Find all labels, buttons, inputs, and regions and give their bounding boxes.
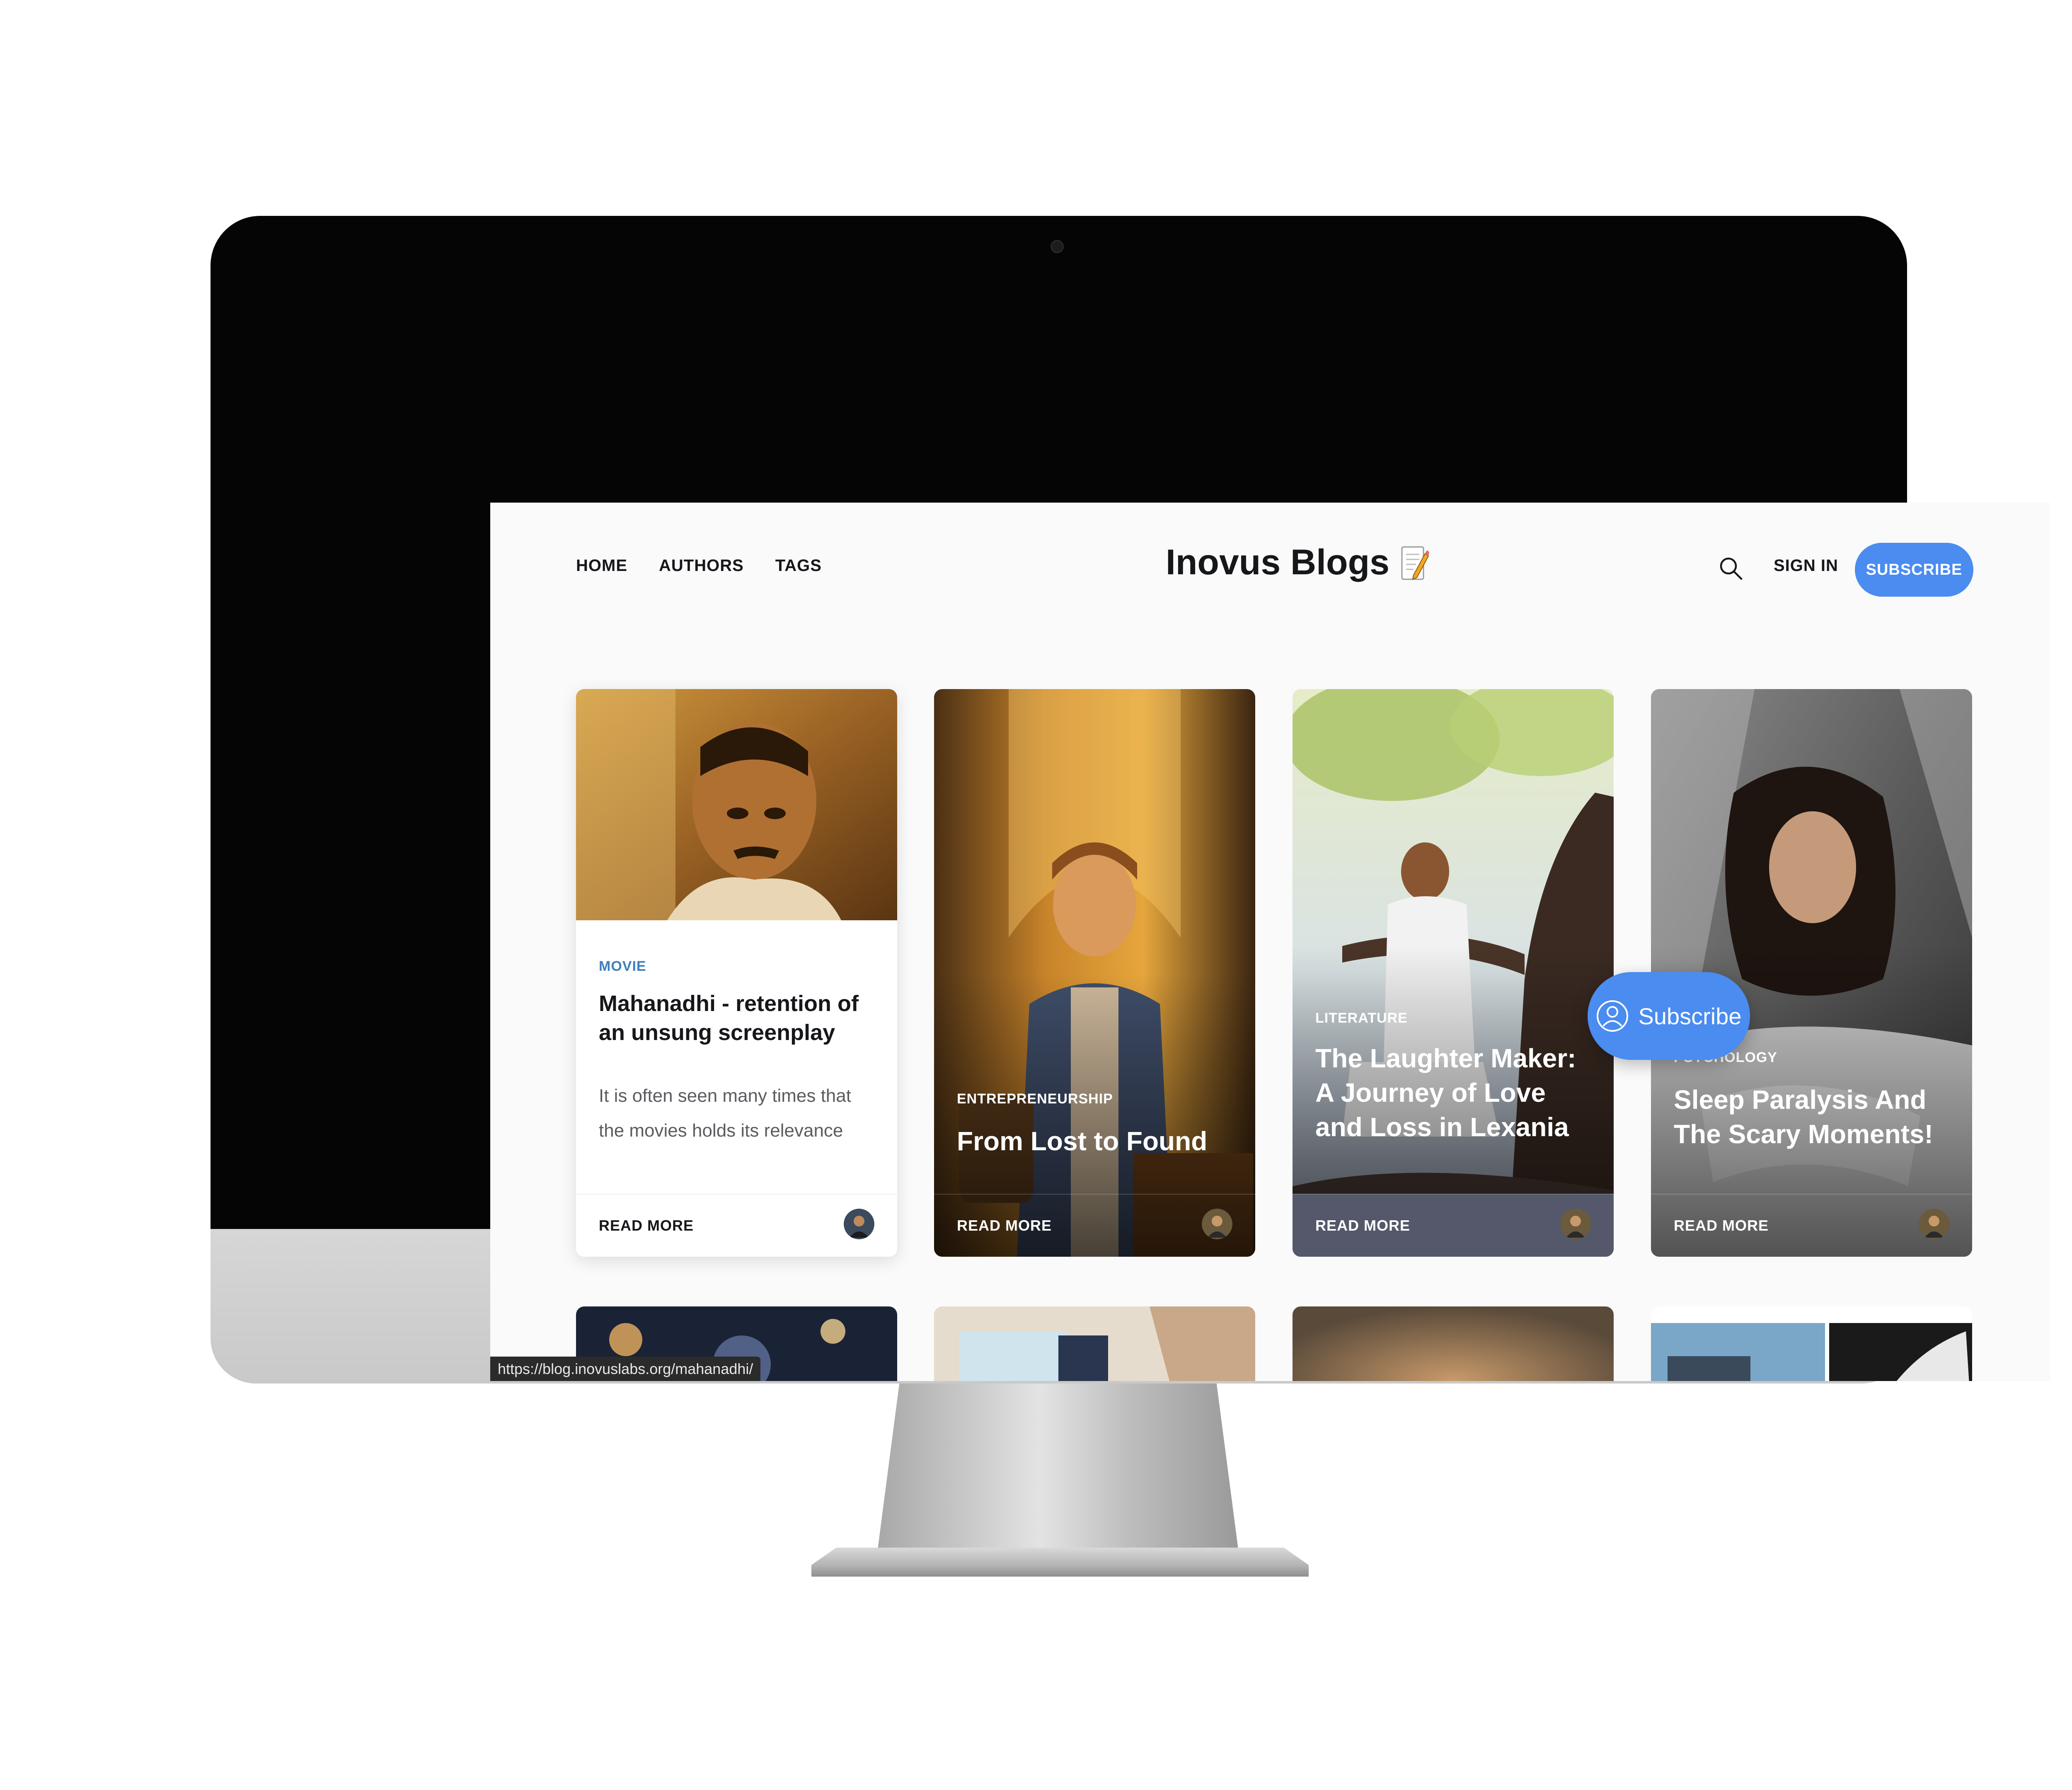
post-title[interactable]: Mahanadhi - retention of an unsung scree… — [599, 989, 881, 1047]
subscribe-button[interactable]: SUBSCRIBE — [1855, 543, 1973, 597]
post-title[interactable]: Sleep Paralysis And The Scary Moments! — [1674, 1083, 1956, 1151]
post-title[interactable]: The Laughter Maker: A Journey of Love an… — [1315, 1041, 1597, 1145]
search-icon[interactable] — [1718, 556, 1744, 581]
imac-monitor: HOME AUTHORS TAGS Inovus Blogs SIGN IN S… — [211, 216, 2050, 1384]
status-bar-url: https://blog.inovuslabs.org/mahanadhi/ — [490, 1357, 761, 1381]
read-more-link[interactable]: READ MORE — [1315, 1217, 1410, 1234]
memo-icon — [1401, 546, 1429, 580]
post-footer: READ MORE — [934, 1194, 1255, 1257]
account-icon — [1597, 1000, 1629, 1032]
nav-authors[interactable]: AUTHORS — [659, 556, 744, 575]
primary-nav: HOME AUTHORS TAGS — [576, 556, 822, 575]
author-avatar[interactable] — [844, 1209, 874, 1239]
post-title[interactable]: From Lost to Found — [957, 1124, 1239, 1159]
author-avatar[interactable] — [1560, 1209, 1591, 1239]
portal-subscribe-label: Subscribe — [1638, 1003, 1742, 1029]
post-card-laughter-maker[interactable]: LITERATURE The Laughter Maker: A Journey… — [1293, 689, 1614, 1257]
site-brand[interactable]: Inovus Blogs — [1166, 542, 1429, 583]
nav-home[interactable]: HOME — [576, 556, 627, 575]
post-footer: READ MORE — [1651, 1194, 1972, 1257]
nav-tags[interactable]: TAGS — [775, 556, 822, 575]
post-card-from-lost-to-found[interactable]: ENTREPRENEURSHIP From Lost to Found READ… — [934, 689, 1255, 1257]
post-card-mahanadhi[interactable]: MOVIE Mahanadhi - retention of an unsung… — [576, 689, 897, 1257]
post-image — [934, 689, 1255, 1257]
post-card-image-partial[interactable] — [1651, 1306, 1972, 1381]
site-title[interactable]: Inovus Blogs — [1166, 542, 1389, 583]
sign-in-link[interactable]: SIGN IN — [1774, 556, 1838, 575]
post-tag[interactable]: LITERATURE — [1315, 1010, 1408, 1026]
monitor-stand-base — [811, 1548, 1309, 1577]
author-avatar[interactable] — [1919, 1209, 1949, 1239]
post-card-image-partial[interactable] — [1293, 1306, 1614, 1381]
browser-screen: HOME AUTHORS TAGS Inovus Blogs SIGN IN S… — [490, 503, 2050, 1381]
post-footer: READ MORE — [1293, 1194, 1614, 1257]
monitor-stand-neck — [878, 1384, 1238, 1549]
post-tag[interactable]: MOVIE — [599, 958, 646, 975]
author-avatar[interactable] — [1202, 1209, 1232, 1239]
read-more-link[interactable]: READ MORE — [1674, 1217, 1769, 1234]
post-image — [1293, 689, 1614, 1257]
post-card-image-partial[interactable] — [934, 1306, 1255, 1381]
read-more-link[interactable]: READ MORE — [957, 1217, 1052, 1234]
portal-subscribe-button[interactable]: Subscribe — [1588, 972, 1750, 1060]
read-more-link[interactable]: READ MORE — [599, 1217, 694, 1234]
post-image — [576, 689, 897, 920]
post-excerpt: It is often seen many times that the mov… — [599, 1086, 851, 1141]
post-tag[interactable]: ENTREPRENEURSHIP — [957, 1091, 1113, 1107]
post-footer: READ MORE — [576, 1194, 897, 1257]
camera-icon — [1051, 240, 1064, 253]
